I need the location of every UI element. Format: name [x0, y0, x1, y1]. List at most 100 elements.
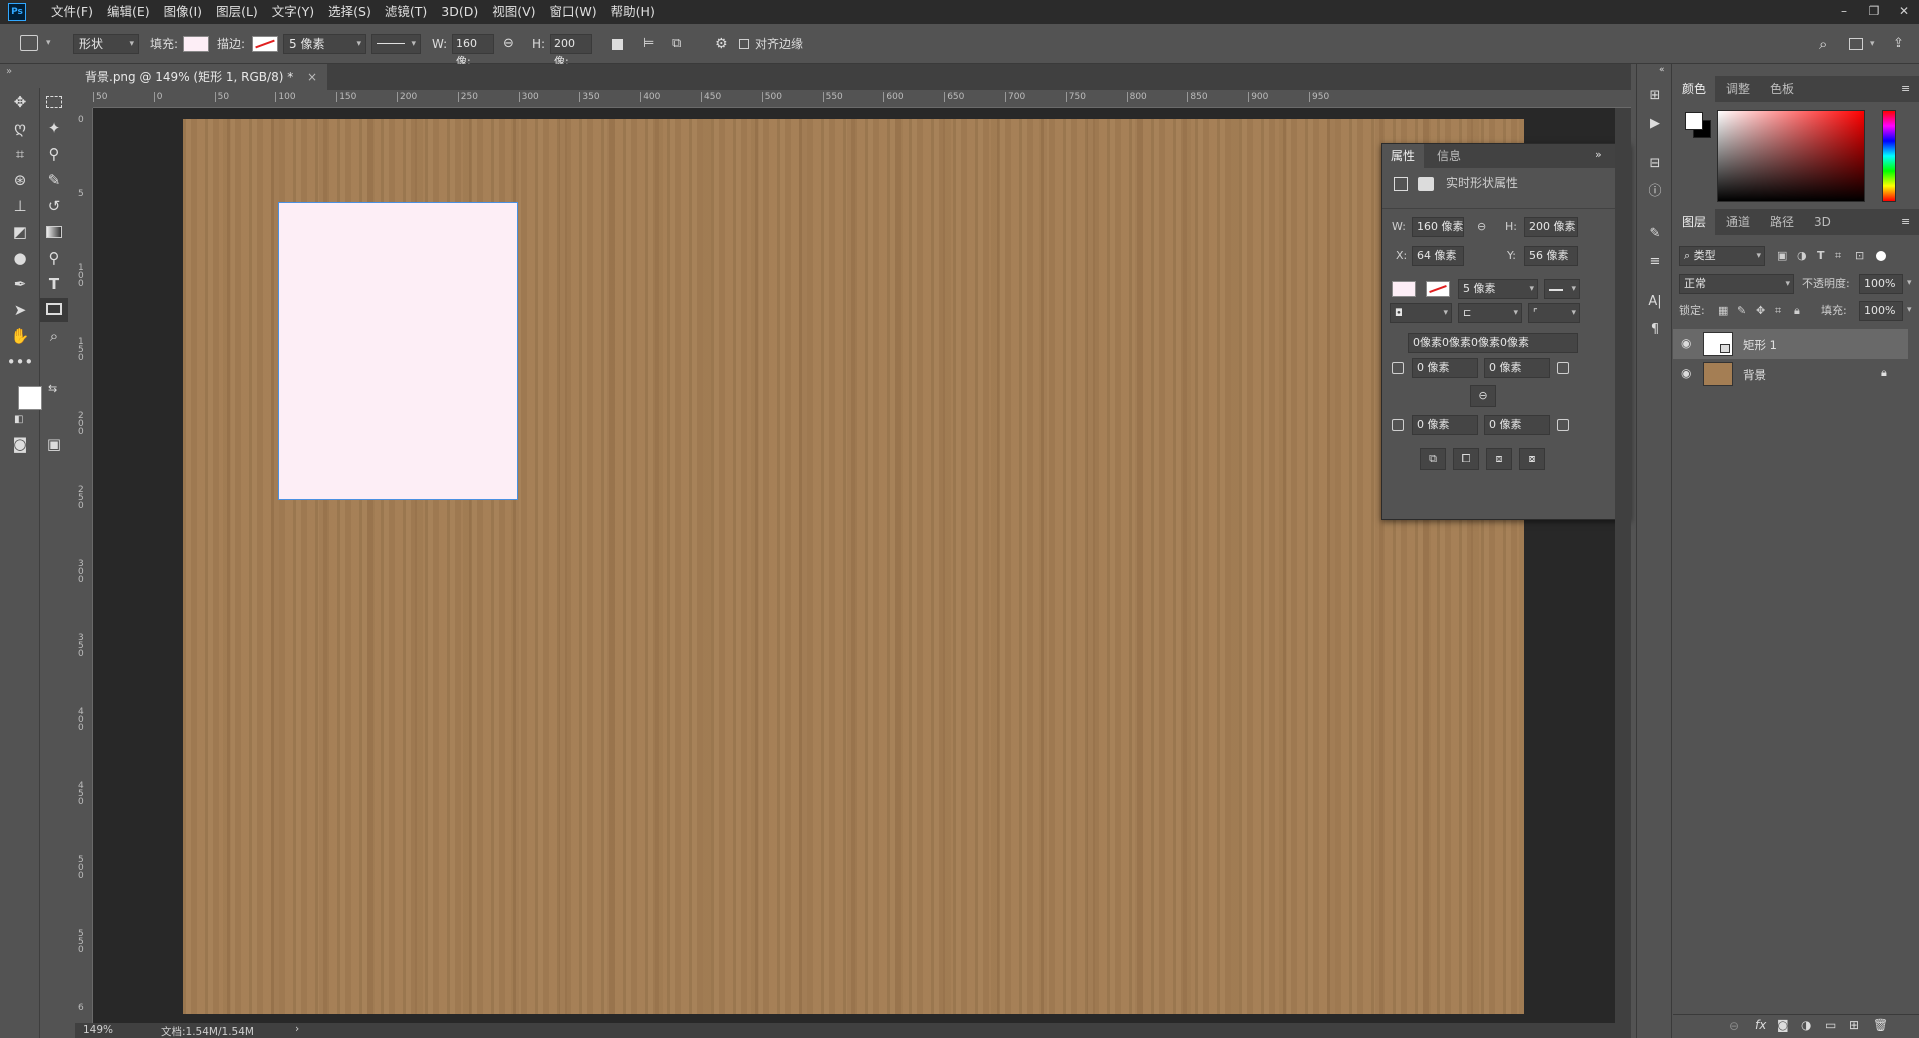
healing-brush-tool-icon[interactable]: ⊛: [6, 168, 34, 192]
quick-mask-icon[interactable]: ◙: [6, 432, 34, 456]
more-tools-icon[interactable]: •••: [6, 350, 34, 374]
paragraph-icon[interactable]: ¶: [1645, 320, 1665, 340]
move-tool-icon[interactable]: ✥: [6, 90, 34, 114]
filter-smart-object-icon[interactable]: ⊡: [1855, 246, 1864, 266]
tab-info[interactable]: 信息: [1428, 144, 1470, 168]
stroke-type-select[interactable]: ▾: [1544, 279, 1580, 299]
close-button[interactable]: ✕: [1889, 0, 1919, 24]
search-icon[interactable]: ⌕: [1819, 34, 1827, 54]
zoom-level[interactable]: 149%: [83, 1024, 113, 1036]
radius-top-right-field[interactable]: 0 像素: [1484, 358, 1550, 378]
opacity-field[interactable]: 100%: [1859, 274, 1903, 294]
menu-item[interactable]: 窗口(W): [543, 0, 604, 24]
layer-name[interactable]: 背景: [1743, 367, 1766, 383]
radius-bottom-right-field[interactable]: 0 像素: [1484, 415, 1550, 435]
tab-channels[interactable]: 通道: [1717, 209, 1759, 235]
stroke-cap-select[interactable]: ⊏ ▾: [1458, 303, 1522, 323]
photoshop-logo[interactable]: Ps: [8, 3, 26, 21]
play-actions-icon[interactable]: ▶: [1645, 114, 1665, 134]
menu-item[interactable]: 选择(S): [321, 0, 378, 24]
filter-adjustment-icon[interactable]: ◑: [1797, 246, 1807, 266]
tab-adjustments[interactable]: 调整: [1717, 76, 1759, 102]
new-layer-icon[interactable]: ⊞: [1849, 1018, 1859, 1032]
swap-colors-icon[interactable]: ⇆: [48, 382, 57, 395]
height-field[interactable]: 200 像:: [550, 34, 592, 68]
blend-mode-select[interactable]: 正常 ▾: [1679, 274, 1794, 294]
panel-menu-icon[interactable]: ≡: [1901, 82, 1910, 95]
history-icon[interactable]: ⊞: [1645, 86, 1665, 106]
fx-icon[interactable]: fx: [1755, 1018, 1766, 1032]
blur-tool-icon[interactable]: ●: [6, 246, 34, 270]
path-operations-icon[interactable]: [612, 39, 623, 50]
dodge-tool-icon[interactable]: ⚲: [40, 246, 68, 270]
link-icon[interactable]: ⊖: [1477, 217, 1486, 237]
menu-item[interactable]: 滤镜(T): [378, 0, 434, 24]
stroke-corner-select[interactable]: ⌜ ▾: [1528, 303, 1580, 323]
fill-swatch[interactable]: [183, 36, 209, 52]
chevron-down-icon[interactable]: ▾: [1870, 34, 1875, 54]
rectangle-tool-icon[interactable]: [40, 298, 68, 322]
menu-item[interactable]: 3D(D): [434, 0, 485, 24]
tab-3d[interactable]: 3D: [1805, 209, 1840, 235]
document-tab[interactable]: 背景.png @ 149% (矩形 1, RGB/8) * ×: [75, 64, 328, 90]
workspace-icon[interactable]: [1849, 38, 1863, 50]
subtract-shape-button[interactable]: ⧠: [1453, 448, 1479, 470]
zoom-tool-icon[interactable]: ⌕: [40, 324, 68, 348]
menu-item[interactable]: 文件(F): [44, 0, 100, 24]
path-alignment-icon[interactable]: ⊨: [643, 34, 654, 54]
width-field[interactable]: 160 像:: [452, 34, 494, 68]
layer-filter-select[interactable]: ⌕ 类型 ▾: [1679, 246, 1765, 266]
history-brush-tool-icon[interactable]: ↺: [40, 194, 68, 218]
tab-swatches[interactable]: 色板: [1761, 76, 1803, 102]
default-colors-icon[interactable]: ◧: [14, 414, 23, 425]
crop-tool-icon[interactable]: ⌗: [6, 142, 34, 166]
filter-shape-icon[interactable]: ⌗: [1835, 246, 1841, 266]
marquee-tool-icon[interactable]: [40, 90, 68, 114]
filter-toggle[interactable]: [1876, 251, 1886, 261]
rectangle-shape-layer[interactable]: [278, 202, 518, 500]
close-tab-icon[interactable]: ×: [307, 70, 317, 84]
radius-bottom-left-field[interactable]: 0 像素: [1412, 415, 1478, 435]
exclude-shape-button[interactable]: ⧇: [1519, 448, 1545, 470]
radius-top-left-field[interactable]: 0 像素: [1412, 358, 1478, 378]
foreground-color-swatch[interactable]: [18, 386, 42, 410]
chevron-down-icon[interactable]: ▾: [1907, 278, 1912, 288]
magic-wand-tool-icon[interactable]: ✦: [40, 116, 68, 140]
link-layers-icon[interactable]: ⊖: [1729, 1019, 1739, 1033]
stroke-width-field[interactable]: 5 像素 ▾: [283, 34, 366, 54]
lock-position-icon[interactable]: ✥: [1756, 301, 1765, 321]
minimize-button[interactable]: –: [1829, 0, 1859, 24]
visibility-eye-icon[interactable]: ◉: [1681, 336, 1691, 350]
hue-slider[interactable]: [1882, 110, 1896, 202]
vertical-scrollbar[interactable]: [1615, 108, 1631, 1023]
adjustment-layer-icon[interactable]: ◑: [1801, 1018, 1811, 1032]
layer-row-rectangle[interactable]: ◉ 矩形 1: [1673, 329, 1908, 359]
add-mask-icon[interactable]: ◙: [1777, 1018, 1789, 1032]
stroke-swatch[interactable]: [1426, 281, 1450, 297]
brush-tool-icon[interactable]: ✎: [40, 168, 68, 192]
rectangle-tool-preset-icon[interactable]: [20, 35, 38, 51]
y-field[interactable]: 56 像素: [1524, 246, 1578, 266]
clone-stamp-tool-icon[interactable]: ⊥: [6, 194, 34, 218]
menu-item[interactable]: 图像(I): [157, 0, 209, 24]
expand-icon[interactable]: »: [1595, 148, 1602, 161]
lock-artboard-icon[interactable]: ⌗: [1775, 301, 1781, 321]
layer-row-background[interactable]: ◉ 背景 🔒︎: [1673, 359, 1908, 389]
brush-settings-icon[interactable]: ✎: [1645, 224, 1665, 244]
path-arrangement-icon[interactable]: ⧉: [672, 34, 681, 54]
type-tool-icon[interactable]: T: [40, 272, 68, 296]
gear-icon[interactable]: ⚙: [715, 34, 728, 54]
corner-radius-all-field[interactable]: 0像素0像素0像素0像素: [1408, 333, 1578, 353]
link-icon[interactable]: ⊖: [503, 34, 514, 54]
collapse-icon[interactable]: »: [6, 66, 12, 77]
menu-item[interactable]: 图层(L): [209, 0, 265, 24]
lock-image-icon[interactable]: ✎: [1737, 301, 1746, 321]
tab-layers[interactable]: 图层: [1673, 209, 1716, 235]
eyedropper-tool-icon[interactable]: ⚲: [40, 142, 68, 166]
combine-shapes-button[interactable]: ⧉: [1420, 448, 1446, 470]
eraser-tool-icon[interactable]: ◩: [6, 220, 34, 244]
chevron-down-icon[interactable]: ▾: [1907, 305, 1912, 315]
expand-panels-icon[interactable]: «: [1659, 65, 1665, 75]
hand-tool-icon[interactable]: ✋: [6, 324, 34, 348]
menu-item[interactable]: 帮助(H): [604, 0, 662, 24]
